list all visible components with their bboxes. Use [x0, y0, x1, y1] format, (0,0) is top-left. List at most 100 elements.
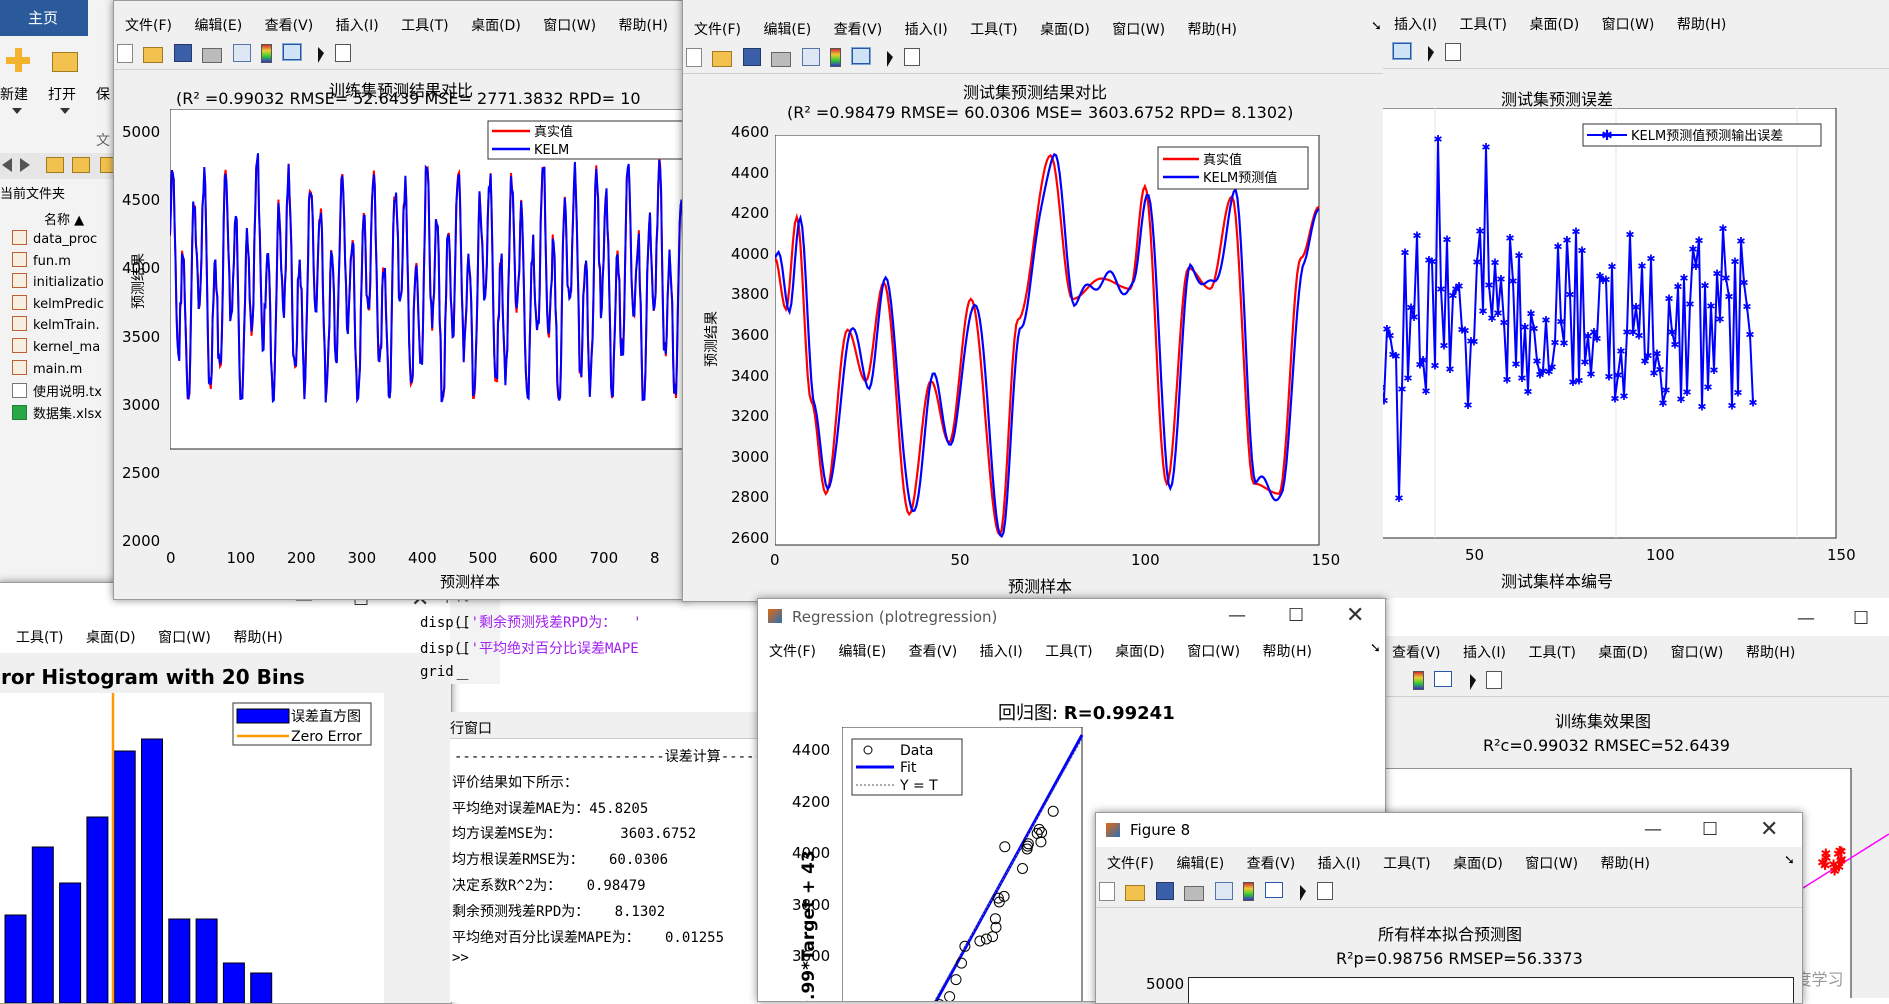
file-list-item[interactable]: main.m [12, 359, 82, 377]
histogram-figure-window[interactable]: — ☐ ✕ 工具(T) 桌面(D) 窗口(W) 帮助(H) ror Histog… [0, 582, 452, 1004]
home-tab[interactable]: 主页 [0, 0, 88, 36]
new-figure-icon[interactable] [686, 48, 702, 67]
close-icon[interactable]: ✕ [1760, 817, 1778, 842]
menu-desktop[interactable]: 桌面(D) [1589, 636, 1657, 662]
menu-window[interactable]: 窗口(W) [1103, 13, 1174, 39]
minimize-icon[interactable]: — [1228, 605, 1246, 626]
print-icon[interactable] [202, 48, 223, 63]
menu-file[interactable]: 文件(F) [760, 635, 825, 661]
command-prompt[interactable]: >> [452, 950, 469, 966]
colorbar-icon[interactable] [1413, 671, 1424, 690]
menu-tools[interactable]: 工具(T) [7, 621, 72, 647]
legend-icon[interactable] [1434, 671, 1453, 687]
menu-edit[interactable]: 编辑(E) [754, 13, 820, 39]
menu-insert[interactable]: 插入(I) [327, 9, 388, 35]
menu-window[interactable]: 窗口(W) [1662, 636, 1733, 662]
menu-insert[interactable]: 插入(I) [1454, 636, 1515, 662]
menu-help[interactable]: 帮助(H) [1737, 636, 1804, 662]
file-list-item[interactable]: kernel_ma [12, 338, 100, 355]
menu-help[interactable]: 帮助(H) [1179, 13, 1246, 39]
train-legend[interactable] [487, 120, 688, 160]
pointer-icon[interactable] [1300, 885, 1307, 901]
maximize-icon[interactable]: ☐ [1702, 819, 1718, 840]
menu-desktop[interactable]: 桌面(D) [1106, 635, 1174, 661]
menu-tools[interactable]: 工具(T) [392, 9, 457, 35]
menu-desktop[interactable]: 桌面(D) [1031, 13, 1099, 39]
menu-help[interactable]: 帮助(H) [1254, 635, 1321, 661]
menu-insert[interactable]: 插入(I) [1385, 8, 1446, 34]
menu-window[interactable]: 窗口(W) [1178, 635, 1249, 661]
legend-icon[interactable] [1392, 42, 1412, 60]
file-list-item[interactable]: initializatio [12, 273, 104, 290]
maximize-icon[interactable]: ☐ [1853, 608, 1869, 629]
test-figure-window[interactable]: 文件(F) 编辑(E) 查看(V) 插入(I) 工具(T) 桌面(D) 窗口(W… [682, 0, 1385, 602]
menu-view[interactable]: 查看(V) [900, 635, 967, 661]
dock-arrow-icon[interactable]: ➘ [1784, 853, 1795, 868]
link-plot-icon[interactable] [801, 48, 820, 66]
save-label-partial[interactable]: 保 [96, 84, 110, 104]
menu-desktop[interactable]: 桌面(D) [1520, 8, 1588, 34]
train-figure-window[interactable]: 文件(F) 编辑(E) 查看(V) 插入(I) 工具(T) 桌面(D) 窗口(W… [113, 0, 689, 600]
menu-desktop[interactable]: 桌面(D) [1444, 847, 1512, 873]
menu-tools[interactable]: 工具(T) [1519, 636, 1584, 662]
file-list-item[interactable]: kelmPredic [12, 294, 104, 312]
menu-help[interactable]: 帮助(H) [1668, 8, 1735, 34]
menu-tools[interactable]: 工具(T) [961, 13, 1026, 39]
new-button[interactable]: 新建 [0, 44, 34, 124]
menu-window[interactable]: 窗口(W) [534, 9, 605, 35]
menu-window[interactable]: 窗口(W) [1593, 8, 1664, 34]
save-icon[interactable] [742, 48, 761, 66]
menu-view[interactable]: 查看(V) [825, 13, 892, 39]
menu-edit[interactable]: 编辑(E) [829, 635, 895, 661]
colorbar-icon[interactable] [830, 48, 842, 67]
minimize-icon[interactable]: — [1797, 608, 1815, 629]
error-figure-window[interactable]: 插入(I) 工具(T) 桌面(D) 窗口(W) 帮助(H) 测试集预测误差 ✱ ✱… [1383, 0, 1889, 598]
menu-help[interactable]: 帮助(H) [224, 621, 291, 647]
new-figure-icon[interactable] [117, 44, 133, 63]
open-button[interactable]: 打开 [46, 44, 86, 124]
menu-edit[interactable]: 编辑(E) [185, 9, 251, 35]
menu-window[interactable]: 窗口(W) [149, 621, 220, 647]
menu-desktop[interactable]: 桌面(D) [462, 9, 530, 35]
new-figure-icon[interactable] [1099, 882, 1115, 901]
browse-folder-icon[interactable] [72, 157, 90, 173]
file-list-item[interactable]: 数据集.xlsx [12, 403, 102, 422]
open-file-icon[interactable] [1125, 885, 1146, 901]
menu-file[interactable]: 文件(F) [116, 9, 181, 35]
name-column-header[interactable]: 名称 ▲ [44, 209, 84, 228]
menu-file[interactable]: 文件(F) [1098, 847, 1163, 873]
menu-insert[interactable]: 插入(I) [1309, 847, 1370, 873]
menu-insert[interactable]: 插入(I) [896, 13, 957, 39]
menu-view[interactable]: 查看(V) [1238, 847, 1305, 873]
menu-help[interactable]: 帮助(H) [1592, 847, 1659, 873]
pointer-icon[interactable] [1469, 674, 1476, 690]
close-icon[interactable]: ✕ [1346, 603, 1364, 628]
legend-icon[interactable] [1264, 882, 1283, 898]
dock-arrow-icon[interactable]: ➘ [1371, 19, 1382, 34]
menu-desktop[interactable]: 桌面(D) [77, 621, 145, 647]
back-icon[interactable] [2, 158, 12, 172]
property-editor-icon[interactable] [334, 44, 351, 62]
colorbar-icon[interactable] [1243, 882, 1255, 901]
menu-window[interactable]: 窗口(W) [1516, 847, 1587, 873]
print-icon[interactable] [1184, 886, 1205, 901]
legend-icon[interactable] [850, 47, 871, 65]
pointer-icon[interactable] [318, 47, 325, 63]
open-file-icon[interactable] [143, 47, 164, 63]
maximize-icon[interactable]: ☐ [1288, 605, 1304, 626]
forward-icon[interactable] [20, 158, 30, 172]
menu-tools[interactable]: 工具(T) [1036, 635, 1101, 661]
open-file-icon[interactable] [712, 51, 733, 67]
dock-arrow-icon[interactable]: ➘ [1370, 641, 1381, 656]
save-icon[interactable] [173, 44, 192, 62]
menu-view[interactable]: 查看(V) [1383, 636, 1450, 662]
file-list-item[interactable]: fun.m [12, 251, 71, 269]
property-editor-icon[interactable] [1316, 882, 1333, 900]
link-plot-icon[interactable] [232, 44, 251, 62]
menu-view[interactable]: 查看(V) [256, 9, 323, 35]
save-icon[interactable] [1155, 882, 1174, 900]
link-plot-icon[interactable] [1214, 882, 1233, 900]
colorbar-icon[interactable] [261, 44, 273, 63]
property-editor-icon[interactable] [1486, 671, 1503, 689]
figure8-window[interactable]: Figure 8 — ☐ ✕ 文件(F) 编辑(E) 查看(V) 插入(I) 工… [1095, 812, 1803, 1004]
